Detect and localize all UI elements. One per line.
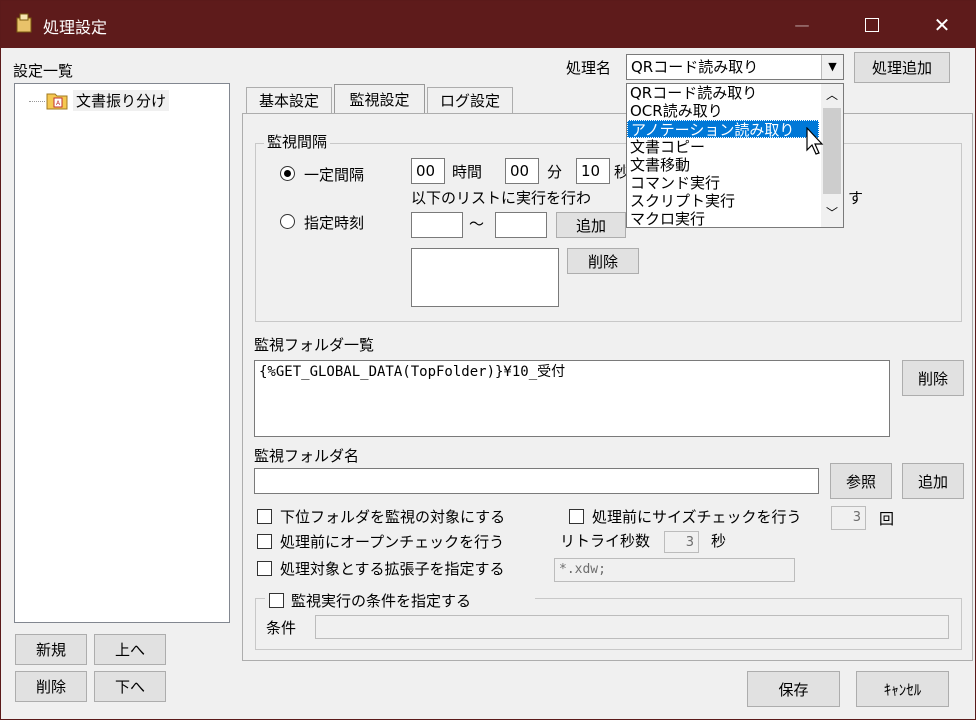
dropdown-item[interactable]: スクリプト実行 [627,192,819,210]
chevron-down-icon[interactable]: ▼ [821,55,843,79]
interval-group-title: 監視間隔 [264,131,331,152]
open-check-label: 処理前にオープンチェックを行う [280,533,505,551]
settings-tree[interactable]: A 文書振り分け [14,83,230,623]
scroll-down-icon[interactable]: ﹀ [826,204,838,221]
folder-name-field[interactable] [254,468,819,494]
move-down-button[interactable]: 下へ [94,671,166,702]
tab-basic[interactable]: 基本設定 [246,87,332,113]
maximize-button[interactable] [837,1,907,48]
scroll-up-icon[interactable]: ︿ [826,86,838,103]
folder-list[interactable]: {%GET_GLOBAL_DATA(TopFolder)}¥10_受付 [254,360,890,437]
time-to-field[interactable] [495,212,547,238]
subfolder-label: 下位フォルダを監視の対象にする [280,508,506,526]
dropdown-item[interactable]: 文書コピー [627,138,819,156]
delete-setting-button[interactable]: 削除 [15,671,87,702]
size-check-unit: 回 [879,510,895,528]
delete-time-button[interactable]: 削除 [567,248,639,274]
minimize-icon: — [794,15,810,34]
condition-checkbox[interactable] [269,593,284,608]
mouse-cursor-icon [806,126,826,161]
app-icon [15,13,33,33]
ext-check-checkbox[interactable] [257,561,272,576]
fixed-interval-radio[interactable] [280,166,295,181]
tab-monitor[interactable]: 監視設定 [334,84,425,114]
dropdown-item[interactable]: OCR読み取り [627,102,819,120]
tree-connector [29,101,45,102]
browse-button[interactable]: 参照 [830,463,892,499]
retry-label: リトライ秒数 [560,532,651,550]
size-check-count-field[interactable]: 3 [831,506,866,530]
hours-unit: 時間 [452,163,483,181]
window-title: 処理設定 [43,18,108,37]
retry-seconds-field[interactable]: 3 [664,531,699,553]
schedule-note: 以下のリストに実行を行わ [411,189,592,207]
minimize-button[interactable]: — [767,1,837,48]
add-time-button[interactable]: 追加 [556,212,626,238]
tab-log[interactable]: ログ設定 [427,87,513,113]
schedule-note-end: す [848,189,864,207]
size-check-checkbox[interactable] [569,509,584,524]
hours-field[interactable]: 00 [411,158,445,184]
specified-time-label: 指定時刻 [304,214,365,232]
dropdown-item-selected[interactable]: アノテーション読み取り [627,120,819,139]
process-name-label: 処理名 [566,59,612,77]
retry-unit: 秒 [711,532,727,550]
dropdown-item[interactable]: QRコード読み取り [627,84,819,102]
dropdown-item[interactable]: 文書移動 [627,156,819,174]
settings-window: 処理設定 — ✕ 設定一覧 A 文書振り分け 新規 上へ 削除 下へ 処理名 Q… [0,0,976,720]
time-from-field[interactable] [411,212,463,238]
specified-time-radio[interactable] [280,214,295,229]
add-process-button[interactable]: 処理追加 [854,52,950,83]
subfolder-checkbox[interactable] [257,509,272,524]
minutes-unit: 分 [547,163,563,181]
maximize-icon [865,17,879,32]
close-button[interactable]: ✕ [907,1,976,48]
condition-label: 条件 [266,619,297,637]
title-bar: 処理設定 — ✕ [1,1,976,48]
open-check-checkbox[interactable] [257,534,272,549]
ext-check-label: 処理対象とする拡張子を指定する [280,560,505,578]
cancel-button[interactable]: ｷｬﾝｾﾙ [856,671,949,707]
condition-title: 監視実行の条件を指定する [291,592,472,610]
folder-list-title: 監視フォルダ一覧 [254,336,375,354]
condition-field[interactable] [315,615,949,639]
settings-list-header: 設定一覧 [13,62,74,80]
move-up-button[interactable]: 上へ [94,634,166,665]
minutes-field[interactable]: 00 [505,158,539,184]
dropdown-item[interactable]: マクロ実行 [627,210,819,227]
process-name-select[interactable]: QRコード読み取り ▼ [626,54,844,80]
add-folder-button[interactable]: 追加 [902,463,964,499]
delete-folder-button[interactable]: 削除 [902,360,964,396]
tilde-label: 〜 [469,215,485,233]
tree-item-label[interactable]: 文書振り分け [73,90,170,111]
time-list[interactable] [411,248,559,307]
new-button[interactable]: 新規 [15,634,87,665]
seconds-field[interactable]: 10 [576,158,610,184]
folder-list-item[interactable]: {%GET_GLOBAL_DATA(TopFolder)}¥10_受付 [259,361,885,383]
save-button[interactable]: 保存 [747,671,840,707]
folder-name-title: 監視フォルダ名 [254,447,360,465]
extension-field[interactable]: *.xdw; [554,558,795,582]
folder-doc-icon: A [45,89,69,111]
close-icon: ✕ [933,12,951,37]
fixed-interval-label: 一定間隔 [304,166,365,184]
process-name-value: QRコード読み取り [631,58,759,76]
size-check-label: 処理前にサイズチェックを行う [592,508,802,526]
dropdown-item[interactable]: コマンド実行 [627,174,819,192]
